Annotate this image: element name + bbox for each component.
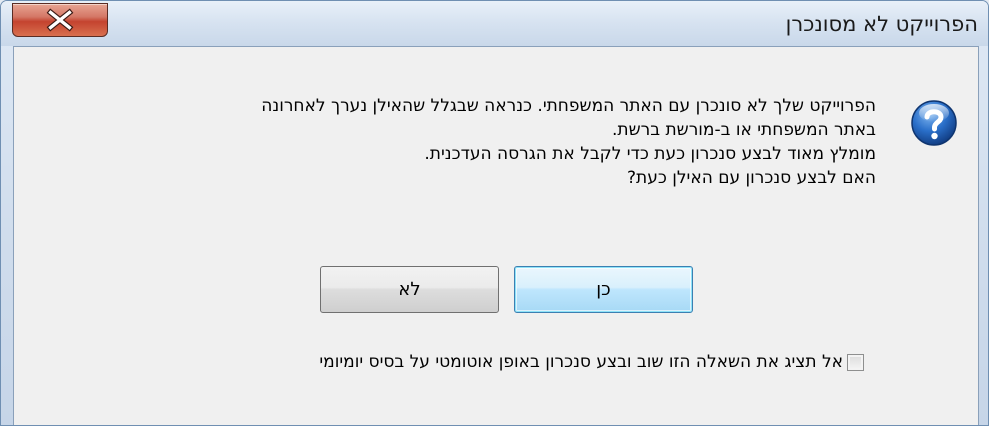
- message-line: באתר המשפחתי או ב-מורשת ברשת.: [612, 120, 876, 140]
- title-bar[interactable]: הפרוייקט לא מסונכרן: [1, 1, 988, 46]
- message-line: האם לבצע סנכרון עם האילן כעת?: [627, 168, 876, 188]
- message-line: הפרוייקט שלך לא סונכרן עם האתר המשפחתי. …: [261, 96, 876, 116]
- window-title: הפרוייקט לא מסונכרן: [785, 12, 978, 36]
- close-icon: [46, 8, 74, 32]
- dialog-body: הפרוייקט שלך לא סונכרן עם האתר המשפחתי. …: [13, 46, 979, 425]
- no-button[interactable]: לא: [320, 266, 499, 313]
- yes-button[interactable]: כן: [514, 266, 693, 313]
- dialog-window: הפרוייקט לא מסונכרן הפרוייקט שלך לא סונכ…: [0, 0, 989, 426]
- message-text: הפרוייקט שלך לא סונכרן עם האתר המשפחתי. …: [116, 94, 876, 190]
- close-button[interactable]: [12, 3, 108, 37]
- dont-ask-again-label: אל תציג את השאלה הזו שוב ובצע סנכרון באו…: [319, 352, 843, 372]
- dont-ask-again-checkbox[interactable]: [847, 353, 864, 371]
- message-line: מומלץ מאוד לבצע סנכרון כעת כדי לקבל את ה…: [424, 144, 876, 164]
- dont-ask-again-option[interactable]: אל תציג את השאלה הזו שוב ובצע סנכרון באו…: [319, 352, 864, 372]
- question-icon: [911, 100, 957, 146]
